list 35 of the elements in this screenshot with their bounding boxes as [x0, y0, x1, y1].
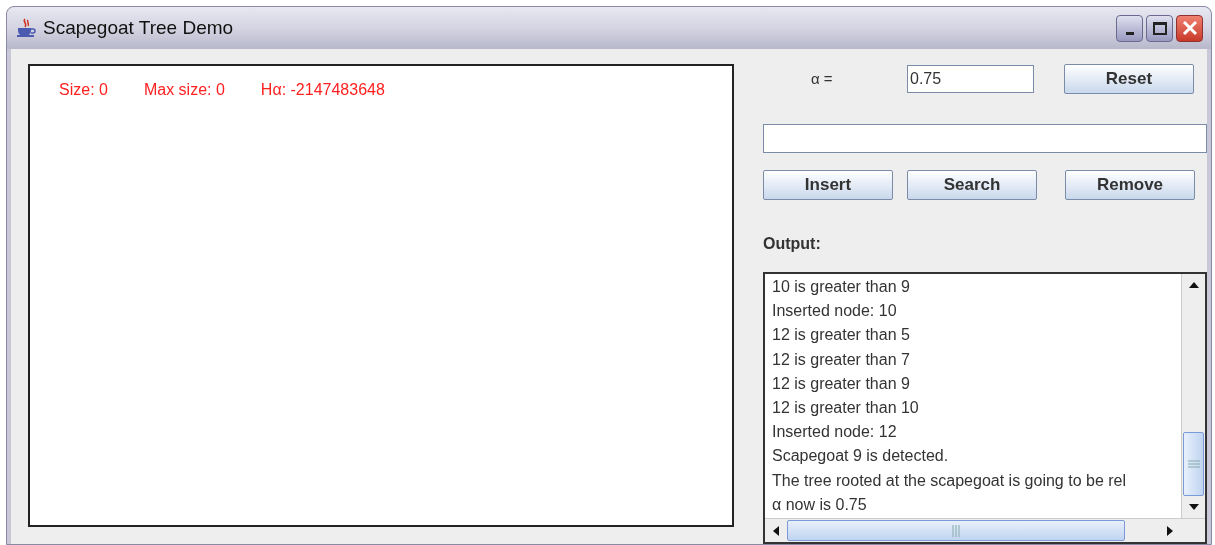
output-line: 12 is greater than 7: [772, 349, 911, 370]
action-button[interactable]: Insert: [763, 170, 893, 200]
scroll-down-arrow-icon[interactable]: [1188, 504, 1199, 510]
alpha-label: α =: [810, 68, 834, 89]
window-title: Scapegoat Tree Demo: [43, 15, 234, 40]
horizontal-scrollbar[interactable]: [765, 518, 1205, 542]
scroll-thumb[interactable]: [1183, 432, 1204, 496]
output-label: Output:: [763, 234, 822, 254]
output-line: Scapegoat 9 is detected.: [772, 446, 950, 467]
output-line: 12 is greater than 10: [772, 397, 920, 418]
close-button[interactable]: [1176, 14, 1203, 42]
key-field[interactable]: [763, 124, 1207, 153]
close-icon[interactable]: [1181, 20, 1198, 36]
stat-label: Size: 0: [59, 80, 108, 100]
output-line: 10 is greater than 9: [772, 277, 911, 297]
output-line: α now is 0.75: [772, 494, 868, 515]
action-button[interactable]: Remove: [1065, 170, 1195, 200]
vertical-scrollbar[interactable]: [1181, 274, 1205, 518]
stat-label: Max size: 0: [143, 80, 225, 100]
alpha-field[interactable]: 0.75: [907, 65, 1034, 93]
output-line: Inserted node: 10: [772, 301, 898, 322]
output-line: 12 is greater than 9: [772, 373, 911, 394]
coffee-cup-icon: [15, 17, 37, 39]
minimize-button[interactable]: [1116, 14, 1143, 42]
maximize-button[interactable]: [1146, 14, 1173, 42]
scroll-thumb[interactable]: [787, 520, 1125, 541]
scroll-left-arrow-icon[interactable]: [773, 525, 779, 536]
action-button[interactable]: Search: [907, 170, 1037, 200]
scroll-up-arrow-icon[interactable]: [1188, 282, 1199, 288]
stat-label: Hα: -2147483648: [260, 80, 385, 100]
output-line: 12 is greater than 5: [772, 325, 911, 346]
reset-button[interactable]: Reset: [1064, 64, 1194, 94]
output-line: The tree rooted at the scapegoat is going to be rel: [772, 470, 1127, 491]
output-line: Inserted node: 12: [772, 422, 898, 443]
scroll-right-arrow-icon[interactable]: [1167, 525, 1173, 536]
